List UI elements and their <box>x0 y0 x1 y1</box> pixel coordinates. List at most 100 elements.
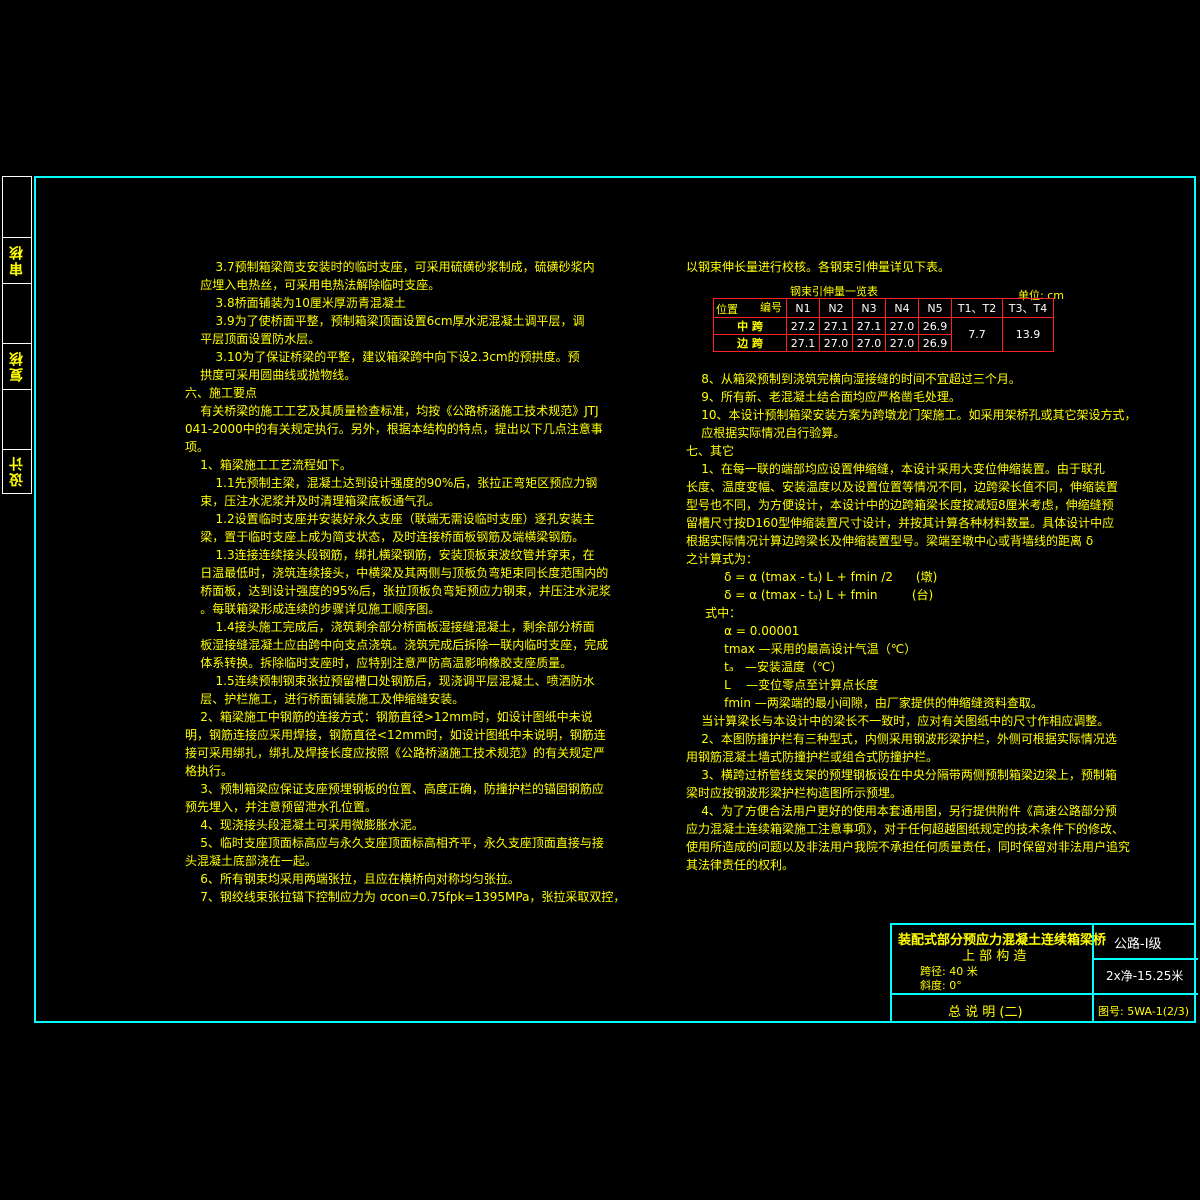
note-line: 型号也不同，为方便设计，本设计中的边跨箱梁长度按减短8厘米考虑，伸缩缝预 <box>686 498 1114 512</box>
signature-cell-review: 审核 <box>3 237 31 284</box>
title-block: 装配式部分预应力混凝土连续箱梁桥 上 部 构 造 跨径: 40 米 斜度: 0°… <box>890 923 1198 1023</box>
review-label: 审核 <box>9 244 25 276</box>
signature-cell-blank2 <box>3 283 31 344</box>
project-title-line2: 上 部 构 造 <box>962 949 1027 964</box>
note-line: L —变位零点至计算点长度 <box>686 678 879 692</box>
table-corner-cell: 编号 位置 <box>713 298 787 318</box>
table-cell: 27.1 <box>852 317 886 335</box>
note-line: 应力混凝土连续箱梁施工注意事项》，对于任何超越图纸规定的技术条件下的修改、 <box>686 822 1125 836</box>
skew-text: 斜度: 0° <box>920 979 962 992</box>
table-cell: 26.9 <box>918 317 952 335</box>
signature-cell-blank <box>3 177 31 238</box>
note-line: 1、箱梁施工工艺流程如下。 <box>185 458 352 472</box>
note-line: 9、所有新、老混凝土结合面均应严格凿毛处理。 <box>686 390 961 404</box>
note-line: 1、在每一联的端部均应设置伸缩缝，本设计采用大变位伸缩装置。由于联孔 <box>686 462 1105 476</box>
bridge-width: 2x净-15.25米 <box>1106 969 1184 983</box>
recheck-label: 复核 <box>9 350 25 382</box>
note-line: δ = α (tmax - tₐ) L + fmin (台) <box>686 588 934 602</box>
tb-divider-h1 <box>1092 958 1198 960</box>
note-line: 其法律责任的权利。 <box>686 858 795 872</box>
right-notes-intro: 以钢束伸长量进行校核。各钢束引伸量详见下表。 <box>686 258 1096 276</box>
note-line: 明，钢筋连接应采用焊接，钢筋直径<12mm时，如设计图纸中未说明，钢筋连 <box>185 728 606 742</box>
table-header-cell: T3、T4 <box>1002 298 1054 318</box>
note-line: 以钢束伸长量进行校核。各钢束引伸量详见下表。 <box>686 260 951 274</box>
note-line: 日温最低时，浇筑连续接头，中横梁及其两侧与顶板负弯矩束同长度范围内的 <box>185 566 609 580</box>
note-line: 之计算式为： <box>686 552 759 566</box>
note-line: 5、临时支座顶面标高应与永久支座顶面标高相齐平，永久支座顶面直接与接 <box>185 836 604 850</box>
note-line: tmax —采用的最高设计气温（℃） <box>686 642 917 656</box>
note-line: tₐ —安装温度（℃） <box>686 660 843 674</box>
left-notes-column: 3.7预制箱梁简支安装时的临时支座，可采用硫磺砂浆制成，硫磺砂浆内 应埋入电热丝… <box>185 258 626 906</box>
load-grade: 公路-Ⅰ级 <box>1114 937 1162 952</box>
table-row: 中 跨 27.2 27.1 27.1 27.0 26.9 7.7 13.9 <box>713 317 1054 352</box>
corner-bottom-label: 位置 <box>716 303 738 316</box>
note-line: 板湿接缝混凝土应由跨中向支点浇筑。浇筑完成后拆除一联内临时支座，完成 <box>185 638 609 652</box>
signature-cell-design: 设计 <box>3 449 31 493</box>
note-line: α = 0.00001 <box>686 624 800 638</box>
table-cell: 27.0 <box>819 334 853 352</box>
note-line: 头混凝土底部浇在一起。 <box>185 854 318 868</box>
note-line: 项。 <box>185 440 210 454</box>
note-line: 3、横跨过桥管线支架的预埋钢板设在中央分隔带两侧预制箱梁边梁上，预制箱 <box>686 768 1117 782</box>
table-header-cell: N1 <box>786 298 820 318</box>
note-line: 用钢筋混凝土墙式防撞护栏或组合式防撞护栏。 <box>686 750 939 764</box>
note-line: 预先埋入，并注意预留泄水孔位置。 <box>185 800 378 814</box>
signature-strip: 审核 复核 设计 <box>2 176 32 494</box>
note-line: 1.3连接连续接头段钢筋，绑扎横梁钢筋，安装顶板束波纹管并穿束，在 <box>185 548 595 562</box>
note-line: 梁时应按钢波形梁护栏构造图所示预埋。 <box>686 786 903 800</box>
note-line: δ = α (tmax - tₐ) L + fmin /2 (墩) <box>686 570 938 584</box>
note-line: 1.2设置临时支座并安装好永久支座（联端无需设临时支座）逐孔安装主 <box>185 512 595 526</box>
note-line: 2、箱梁施工中钢筋的连接方式：钢筋直径>12mm时，如设计图纸中未说 <box>185 710 593 724</box>
note-line: 平层顶面设置防水层。 <box>185 332 321 346</box>
note-line: 长度、温度变幅、安装温度以及设置位置等情况不同，边跨梁长值不同，伸缩装置 <box>686 480 1119 494</box>
note-line: 格执行。 <box>185 764 234 778</box>
note-line: 1.1先预制主梁，混凝土达到设计强度的90%后，张拉正弯矩区预应力钢 <box>185 476 598 490</box>
elongation-table: 编号 位置 N1 N2 N3 N4 N5 T1、T2 T3、T4 中 跨 27.… <box>713 298 1054 352</box>
design-label: 设计 <box>9 455 25 487</box>
note-line: 应根据实际情况自行验算。 <box>686 426 846 440</box>
table-cell: 27.1 <box>819 317 853 335</box>
table-title: 钢束引伸量一览表 <box>790 285 878 298</box>
table-header-cell: N2 <box>819 298 853 318</box>
note-line: 。每联箱梁形成连续的步骤详见施工顺序图。 <box>185 602 441 616</box>
note-line: 接可采用绑扎，绑扎及焊接长度应按照《公路桥涵施工技术规范》的有关规定严 <box>185 746 606 760</box>
note-line: 3.8桥面铺装为10厘米厚沥青混凝土 <box>185 296 406 310</box>
table-cell: 27.0 <box>885 334 919 352</box>
table-cell: 27.0 <box>885 317 919 335</box>
note-line: fmin —两梁端的最小间隙，由厂家提供的伸缩缝资料查取。 <box>686 696 1043 710</box>
note-line: 体系转换。拆除临时支座时，应特别注意严防高温影响橡胶支座质量。 <box>185 656 573 670</box>
note-line: 4、现浇接头段混凝土可采用微膨胀水泥。 <box>185 818 424 832</box>
table-header-cell: N3 <box>852 298 886 318</box>
drawing-number: 图号: 5WA-1(2/3) <box>1098 1005 1190 1018</box>
note-line: 式中： <box>686 606 742 620</box>
note-line: 3、预制箱梁应保证支座预埋钢板的位置、高度正确，防撞护栏的锚固钢筋应 <box>185 782 604 796</box>
note-line: 7、钢绞线束张拉锚下控制应力为 σcon=0.75fpk=1395MPa，张拉采… <box>185 890 626 904</box>
table-cell: 27.2 <box>786 317 820 335</box>
drawing-title: 总 说 明 (二) <box>948 1005 1023 1020</box>
note-line: 041-2000中的有关规定执行。另外，根据本结构的特点，提出以下几点注意事 <box>185 422 603 436</box>
note-line: 七、其它 <box>686 444 735 458</box>
table-merged-cell: 13.9 <box>1002 317 1054 352</box>
note-line: 束，压注水泥浆并及时清理箱梁底板通气孔。 <box>185 494 441 508</box>
table-cell: 27.0 <box>852 334 886 352</box>
note-line: 6、所有钢束均采用两端张拉，且应在横桥向对称均匀张拉。 <box>185 872 520 886</box>
note-line: 根据实际情况计算边跨梁长及伸缩装置型号。梁端至墩中心或背墙线的距离 δ <box>686 534 1094 548</box>
note-line: 1.4接头施工完成后，浇筑剩余部分桥面板湿接缝混凝土，剩余部分桥面 <box>185 620 595 634</box>
note-line: 六、施工要点 <box>185 386 258 400</box>
signature-cell-blank3 <box>3 389 31 450</box>
note-line: 4、为了方便合法用户更好的使用本套通用图，另行提供附件《高速公路部分预 <box>686 804 1117 818</box>
row-label: 中 跨 <box>713 317 787 335</box>
note-line: 有关桥梁的施工工艺及其质量检查标准，均按《公路桥涵施工技术规范》JTJ <box>185 404 599 418</box>
table-header-cell: N4 <box>885 298 919 318</box>
note-line: 3.10为了保证桥梁的平整，建议箱梁跨中向下设2.3cm的预拱度。预 <box>185 350 580 364</box>
note-line: 10、本设计预制箱梁安装方案为跨墩龙门架施工。如采用架桥孔或其它架设方式， <box>686 408 1137 422</box>
note-line: 层、护栏施工，进行桥面铺装施工及伸缩缝安装。 <box>185 692 465 706</box>
note-line: 留槽尺寸按D160型伸缩装置尺寸设计，并按其计算各种材料数量。具体设计中应 <box>686 516 1115 530</box>
note-line: 8、从箱梁预制到浇筑完横向湿接缝的时间不宜超过三个月。 <box>686 372 1021 386</box>
tb-divider-h2 <box>892 993 1198 995</box>
note-line: 应埋入电热丝，可采用电热法解除临时支座。 <box>185 278 441 292</box>
row-label: 边 跨 <box>713 334 787 352</box>
table-cell: 27.1 <box>786 334 820 352</box>
signature-cell-recheck: 复核 <box>3 343 31 390</box>
note-line: 2、本图防撞护栏有三种型式，内侧采用钢波形梁护栏，外侧可根据实际情况选 <box>686 732 1117 746</box>
